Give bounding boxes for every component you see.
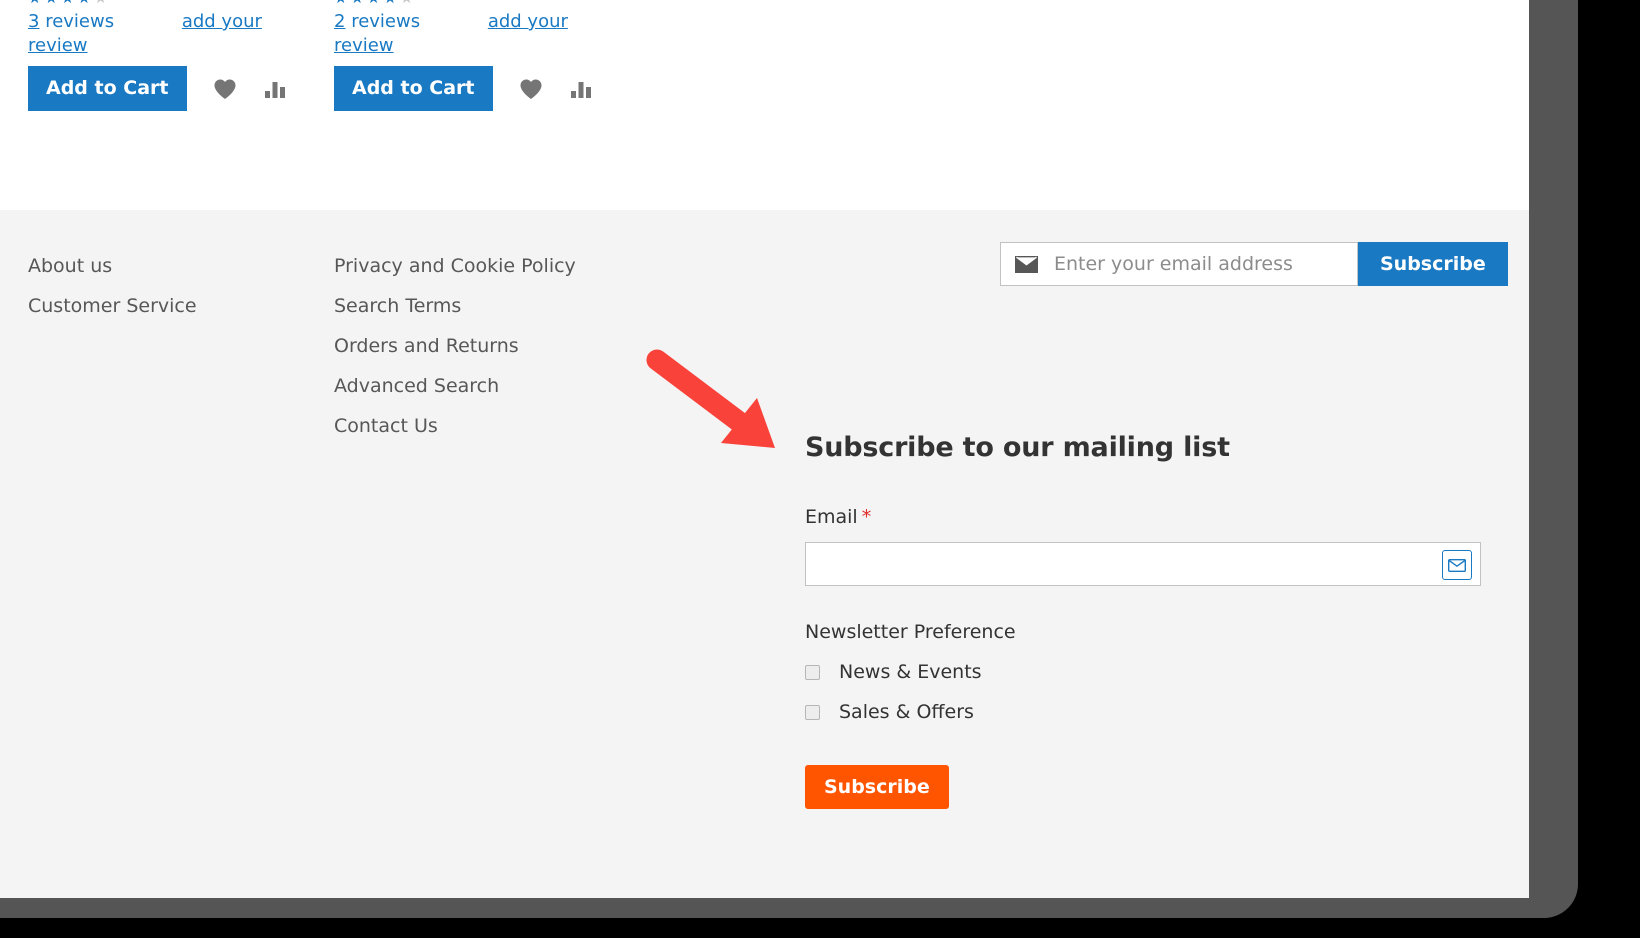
product-grid: ★★★★★ 3 reviews add your review Add to C… — [0, 0, 1529, 210]
footer-link-advanced-search[interactable]: Advanced Search — [334, 366, 576, 406]
screen-root: ★★★★★ 3 reviews add your review Add to C… — [0, 0, 1640, 938]
checkbox-news-and-events[interactable] — [805, 664, 820, 680]
envelope-icon — [1442, 550, 1472, 580]
review-summary: 2 reviews add your review — [334, 10, 584, 58]
reviews-label: reviews — [45, 11, 115, 32]
mailing-list-subscribe-button[interactable]: Subscribe — [805, 765, 949, 809]
rating-stars: ★★★★★ — [28, 0, 110, 6]
footer-links-column-1: About us Customer Service — [28, 246, 197, 326]
review-count-link[interactable]: 2 — [334, 11, 345, 32]
footer-link-privacy-and-cookie-policy[interactable]: Privacy and Cookie Policy — [334, 246, 576, 286]
product-actions: Add to Cart — [28, 66, 287, 111]
footer-links-column-2: Privacy and Cookie Policy Search Terms O… — [334, 246, 576, 446]
required-marker: * — [861, 506, 872, 528]
envelope-icon — [1015, 255, 1038, 273]
review-summary: 3 reviews add your review — [28, 10, 278, 58]
review-count-link[interactable]: 3 — [28, 11, 39, 32]
footer-link-orders-and-returns[interactable]: Orders and Returns — [334, 326, 576, 366]
heart-icon[interactable] — [519, 78, 543, 100]
footer-link-contact-us[interactable]: Contact Us — [334, 406, 576, 446]
footer-newsletter-bar: Subscribe — [1000, 242, 1508, 286]
footer-link-customer-service[interactable]: Customer Service — [28, 286, 197, 326]
email-field-label: Email * — [805, 506, 1485, 528]
footer-link-about-us[interactable]: About us — [28, 246, 197, 286]
email-input[interactable] — [806, 543, 1436, 585]
rating-stars: ★★★★★ — [334, 0, 416, 6]
product-actions: Add to Cart — [334, 66, 593, 111]
compare-bars-icon[interactable] — [263, 78, 287, 100]
checkbox-label-news-and-events[interactable]: News & Events — [839, 661, 982, 683]
add-to-cart-button[interactable]: Add to Cart — [334, 66, 493, 111]
email-label-text: Email — [805, 506, 858, 528]
page-footer: About us Customer Service Privacy and Co… — [0, 210, 1529, 898]
browser-page: ★★★★★ 3 reviews add your review Add to C… — [0, 0, 1529, 898]
checkbox-sales-and-offers[interactable] — [805, 704, 820, 720]
footer-link-search-terms[interactable]: Search Terms — [334, 286, 576, 326]
footer-newsletter-field — [1000, 242, 1358, 286]
heart-icon[interactable] — [213, 78, 237, 100]
footer-newsletter-subscribe-button[interactable]: Subscribe — [1358, 242, 1508, 286]
checkbox-label-sales-and-offers[interactable]: Sales & Offers — [839, 701, 974, 723]
mailing-list-form: Subscribe to our mailing list Email * New… — [805, 432, 1485, 809]
compare-bars-icon[interactable] — [569, 78, 593, 100]
option-row-news-and-events: News & Events — [805, 661, 1485, 683]
footer-newsletter-email-input[interactable] — [1052, 252, 1347, 276]
newsletter-preference-label: Newsletter Preference — [805, 621, 1016, 643]
email-input-wrapper — [805, 542, 1481, 586]
add-to-cart-button[interactable]: Add to Cart — [28, 66, 187, 111]
option-row-sales-and-offers: Sales & Offers — [805, 701, 1485, 723]
mailing-list-heading: Subscribe to our mailing list — [805, 432, 1230, 463]
reviews-label: reviews — [351, 11, 421, 32]
